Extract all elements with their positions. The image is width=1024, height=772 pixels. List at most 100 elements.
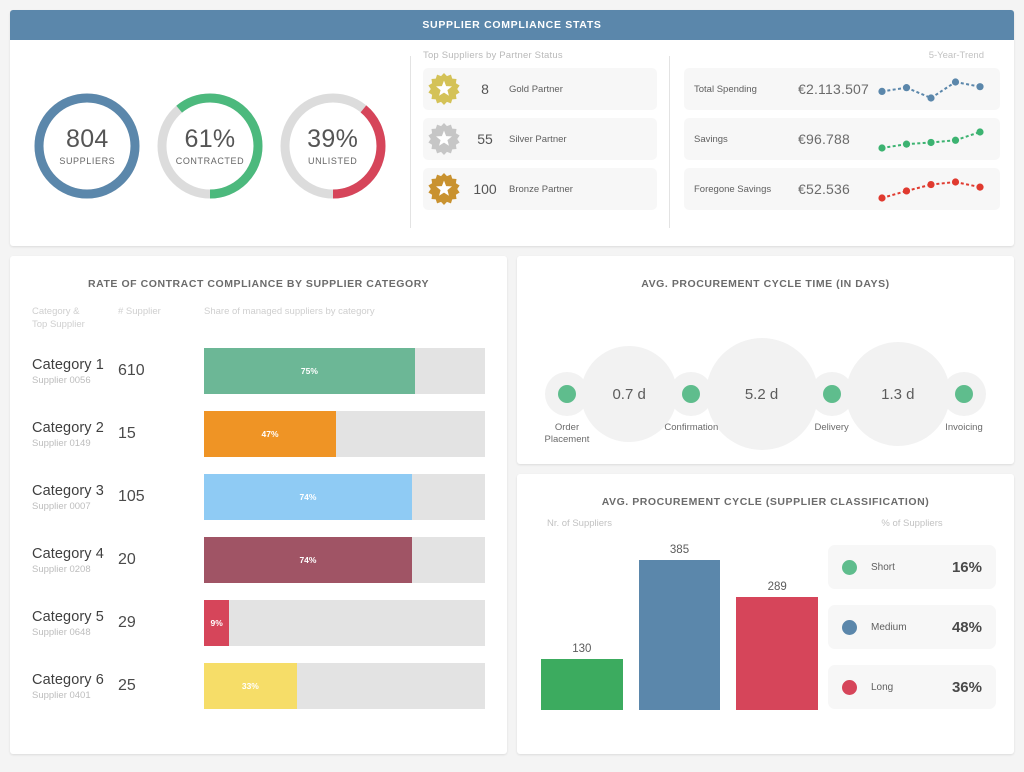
legend-pill[interactable]: Long36% — [828, 665, 996, 709]
category-cell: Category 1Supplier 0056 — [32, 357, 118, 386]
classification-bar-column[interactable]: 130 — [541, 643, 623, 710]
top-supplier-name: Supplier 0401 — [32, 690, 118, 701]
cycle-time-title: AVG. PROCUREMENT CYCLE TIME (IN DAYS) — [517, 256, 1014, 290]
category-name: Category 1 — [32, 357, 118, 373]
category-cell: Category 6Supplier 0401 — [32, 672, 118, 701]
bar-track: 9% — [204, 600, 485, 646]
cycle-node-label: Delivery — [787, 422, 877, 434]
column-header-category-line1: Category & — [32, 306, 118, 319]
classification-body: Nr. of Suppliers 130385289 % of Supplier… — [517, 508, 1014, 726]
cycle-node[interactable] — [942, 372, 986, 416]
cycle-duration-value: 0.7 d — [612, 386, 645, 403]
donut-label-unlisted: UNLISTED — [308, 156, 357, 166]
cycle-node-dot — [823, 385, 841, 403]
partner-status-title: Top Suppliers by Partner Status — [423, 50, 657, 61]
classification-chart: Nr. of Suppliers 130385289 — [535, 508, 828, 726]
donut-value-suppliers: 804 — [66, 126, 109, 152]
supplier-count: 25 — [118, 677, 204, 695]
cycle-node-label: OrderPlacement — [522, 422, 612, 447]
trend-row[interactable]: Total Spending€2.113.507 — [684, 68, 1000, 110]
cycle-node[interactable] — [545, 372, 589, 416]
donut-label-contracted: CONTRACTED — [176, 156, 245, 166]
category-name: Category 2 — [32, 420, 118, 436]
cycle-node-label: Invoicing — [919, 422, 1009, 434]
table-row[interactable]: Category 4Supplier 02082074% — [32, 529, 485, 592]
partner-name: Silver Partner — [509, 134, 567, 145]
left-column: RATE OF CONTRACT COMPLIANCE BY SUPPLIER … — [10, 256, 507, 754]
classification-bar-column[interactable]: 289 — [736, 581, 818, 710]
category-cell: Category 3Supplier 0007 — [32, 483, 118, 512]
page-title: SUPPLIER COMPLIANCE STATS — [422, 19, 601, 31]
partner-row[interactable]: 8Gold Partner — [423, 68, 657, 110]
classification-right-note: % of Suppliers — [828, 518, 996, 529]
table-row[interactable]: Category 2 Supplier 014915 47% — [32, 403, 485, 466]
trend-section: 5-Year-Trend Total Spending€2.113.507Sav… — [670, 46, 1014, 246]
dashboard-title-bar: SUPPLIER COMPLIANCE STATS — [10, 10, 1014, 40]
cycle-node[interactable] — [810, 372, 854, 416]
supplier-count: 29 — [118, 614, 204, 632]
bar-fill: 75% — [204, 348, 415, 394]
gold-badge-icon — [427, 72, 461, 106]
classification-bar — [541, 659, 623, 710]
column-header-share: Share of managed suppliers by category — [204, 306, 485, 332]
legend-pills: Short16% Medium48% Long36% — [828, 545, 996, 709]
legend-pill[interactable]: Short16% — [828, 545, 996, 589]
classification-title: AVG. PROCUREMENT CYCLE (SUPPLIER CLASSIF… — [517, 474, 1014, 508]
partner-count: 8 — [461, 81, 509, 97]
partner-row[interactable]: 55Silver Partner — [423, 118, 657, 160]
table-row[interactable]: Category 3Supplier 000710574% — [32, 466, 485, 529]
table-row[interactable]: Category 1Supplier 0056610 75% — [32, 340, 485, 403]
trend-name: Savings — [694, 134, 798, 145]
trend-value: €96.788 — [798, 131, 874, 147]
bar-percent-label: 75% — [301, 366, 318, 376]
bar-percent-label: 33% — [242, 681, 259, 691]
legend-percent: 36% — [952, 679, 982, 696]
bar-track: 75% — [204, 348, 485, 394]
trend-row[interactable]: Foregone Savings€52.536 — [684, 168, 1000, 210]
table-row[interactable]: Category 5Supplier 0648299% — [32, 592, 485, 655]
supplier-count: 610 — [118, 362, 204, 380]
classification-bars: 130385289 — [541, 550, 818, 710]
bar-track: 74% — [204, 537, 485, 583]
top-supplier-name: Supplier 0007 — [32, 501, 118, 512]
compliance-panel: RATE OF CONTRACT COMPLIANCE BY SUPPLIER … — [10, 256, 507, 754]
bar-fill: 33% — [204, 663, 297, 709]
partner-name: Bronze Partner — [509, 184, 573, 195]
dashboard-page: SUPPLIER COMPLIANCE STATS 804SUPPLIERS61… — [0, 0, 1024, 772]
top-supplier-name: Supplier 0648 — [32, 627, 118, 638]
donut-value-unlisted: 39% — [307, 126, 358, 152]
bar-percent-label: 47% — [262, 429, 279, 439]
compliance-title: RATE OF CONTRACT COMPLIANCE BY SUPPLIER … — [10, 256, 507, 290]
legend-dot-icon — [842, 560, 857, 575]
table-row[interactable]: Category 6Supplier 040125 33% — [32, 655, 485, 718]
trend-value: €2.113.507 — [798, 81, 874, 97]
cycle-node-dot — [682, 385, 700, 403]
bar-fill: 47% — [204, 411, 336, 457]
legend-pill[interactable]: Medium48% — [828, 605, 996, 649]
partner-rows: 8Gold Partner 55Silver Partner 100Bronze P… — [423, 68, 657, 210]
bar-percent-label: 9% — [210, 618, 222, 628]
cycle-node-dot — [955, 385, 973, 403]
trend-row[interactable]: Savings€96.788 — [684, 118, 1000, 160]
trend-value: €52.536 — [798, 181, 874, 197]
cycle-node[interactable] — [669, 372, 713, 416]
top-supplier-name: Supplier 0208 — [32, 564, 118, 575]
partner-name: Gold Partner — [509, 84, 563, 95]
compliance-column-headers: Category & Top Supplier # Supplier Share… — [10, 290, 507, 332]
top-supplier-name: Supplier 0149 — [32, 438, 118, 449]
bar-fill: 74% — [204, 474, 412, 520]
legend-dot-icon — [842, 620, 857, 635]
partner-row[interactable]: 100Bronze Partner — [423, 168, 657, 210]
category-rows: Category 1Supplier 0056610 75% Category 2 S… — [10, 332, 507, 718]
classification-bar-column[interactable]: 385 — [639, 544, 721, 710]
classification-bar-value: 130 — [572, 643, 591, 655]
supplier-count: 15 — [118, 425, 204, 443]
legend-label: Medium — [857, 622, 952, 633]
trend-name: Foregone Savings — [694, 184, 798, 195]
silver-badge-icon — [427, 122, 461, 156]
legend-label: Short — [857, 562, 952, 573]
trend-sparkline — [874, 172, 990, 206]
column-header-category: Category & Top Supplier — [32, 306, 118, 332]
classification-legend: % of Suppliers Short16% Medium48% Long36% — [828, 508, 996, 726]
donut-unlisted: 39% UNLISTED — [275, 88, 391, 204]
